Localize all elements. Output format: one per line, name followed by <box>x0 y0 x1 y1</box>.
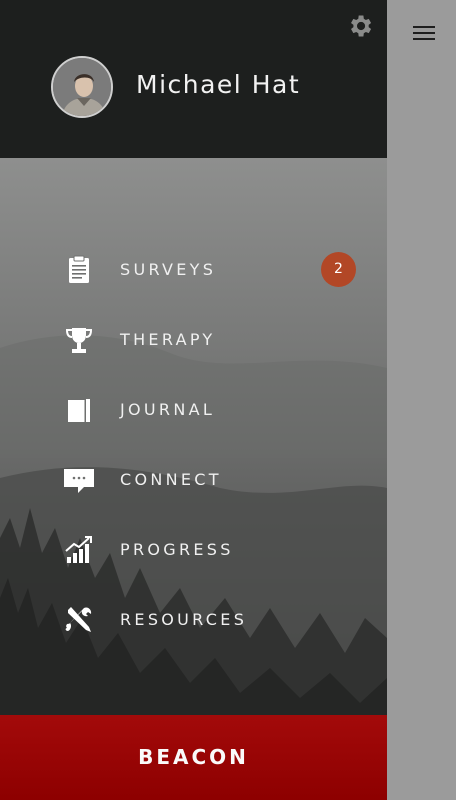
menu-item-resources[interactable]: RESOURCES <box>0 585 387 655</box>
avatar-portrait-icon <box>53 58 111 116</box>
user-name: Michael Hat <box>136 70 301 99</box>
bar-chart-icon <box>65 536 92 563</box>
menu-label-connect: CONNECT <box>120 470 222 489</box>
menu-item-therapy[interactable]: THERAPY <box>0 305 387 375</box>
surveys-count-badge: 2 <box>321 252 356 287</box>
beacon-button[interactable]: BEACON <box>0 715 387 800</box>
menu-label-resources: RESOURCES <box>120 610 248 629</box>
menu-label-journal: JOURNAL <box>120 400 216 419</box>
navigation-drawer: Michael Hat SURVEYS 2 THERAPY JOURNAL CO… <box>0 0 387 800</box>
hamburger-line <box>413 38 435 40</box>
beacon-label: BEACON <box>138 745 249 769</box>
journal-book-icon <box>68 399 90 422</box>
menu-label-therapy: THERAPY <box>120 330 216 349</box>
hamburger-line <box>413 32 435 34</box>
hamburger-menu-icon[interactable] <box>413 24 435 42</box>
trophy-icon <box>65 328 93 353</box>
hamburger-line <box>413 26 435 28</box>
menu-item-surveys[interactable]: SURVEYS 2 <box>0 235 387 305</box>
tools-icon <box>65 607 92 632</box>
settings-gear-icon[interactable] <box>346 12 374 40</box>
chat-bubble-icon <box>64 469 94 493</box>
content-pane-overlay[interactable] <box>387 0 456 800</box>
clipboard-icon <box>69 255 89 283</box>
profile-header: Michael Hat <box>0 0 387 158</box>
menu-label-progress: PROGRESS <box>120 540 234 559</box>
menu-item-progress[interactable]: PROGRESS <box>0 515 387 585</box>
menu-item-journal[interactable]: JOURNAL <box>0 375 387 445</box>
menu-item-connect[interactable]: CONNECT <box>0 445 387 515</box>
menu-label-surveys: SURVEYS <box>120 260 217 279</box>
user-avatar[interactable] <box>51 56 113 118</box>
